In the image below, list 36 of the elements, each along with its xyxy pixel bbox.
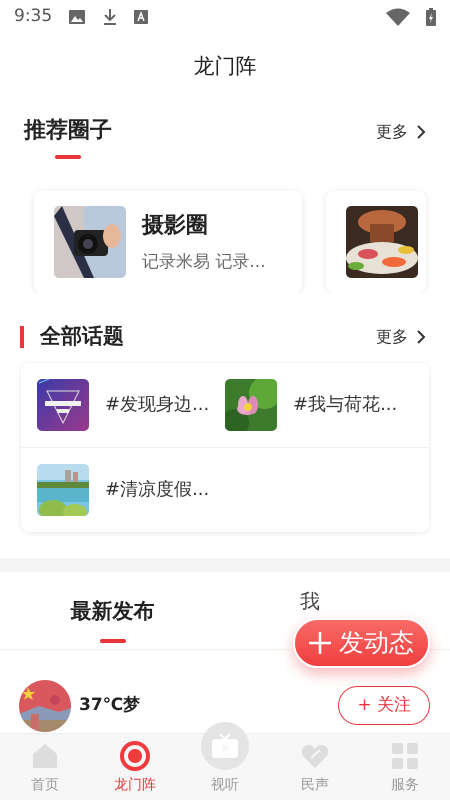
nav-item[interactable]: 龙门阵 (90, 734, 180, 800)
download-icon (102, 8, 118, 26)
feed-tab[interactable]: 最新发布 (70, 596, 154, 627)
battery-icon (426, 8, 436, 26)
circle-description: 记录米易 记录... (142, 250, 267, 274)
topic-item[interactable]: #清凉度假... (37, 464, 241, 516)
topic-item[interactable]: #发现身边... (37, 378, 225, 430)
home-icon (30, 741, 60, 771)
circle-card[interactable]: 摄影圈 记录米易 记录... (34, 191, 302, 293)
target-icon (120, 741, 150, 771)
topic-label: #我与荷花... (293, 393, 398, 417)
accent-bar (20, 326, 24, 348)
tab-underline (55, 155, 81, 159)
wifi-icon (386, 8, 410, 26)
section-title: 全部话题 (40, 323, 124, 350)
image-icon (68, 9, 86, 25)
chevron-right-icon (416, 328, 426, 345)
topic-item[interactable]: #我与荷花... (225, 378, 413, 430)
tab-underline (100, 639, 126, 643)
more-link[interactable]: 更多 (376, 120, 426, 144)
topic-label: #发现身边... (105, 393, 210, 417)
circle-card[interactable] (326, 191, 426, 293)
more-link[interactable]: 更多 (376, 324, 426, 349)
font-icon (134, 10, 148, 24)
page-title: 龙门阵 (194, 53, 256, 80)
feed-tab[interactable]: 我 (300, 590, 320, 612)
section-title: 推荐圈子 (24, 117, 112, 145)
follow-button[interactable]: + 关注 (338, 686, 430, 726)
status-time: 9:35 (14, 5, 52, 28)
chevron-right-icon (416, 124, 426, 140)
grid-icon (390, 741, 420, 771)
plus-icon (309, 632, 331, 654)
user-name: 37℃梦 (79, 694, 142, 717)
circle-name: 摄影圈 (142, 212, 209, 240)
avatar (19, 680, 71, 732)
topic-label: #清凉度假... (105, 478, 210, 502)
